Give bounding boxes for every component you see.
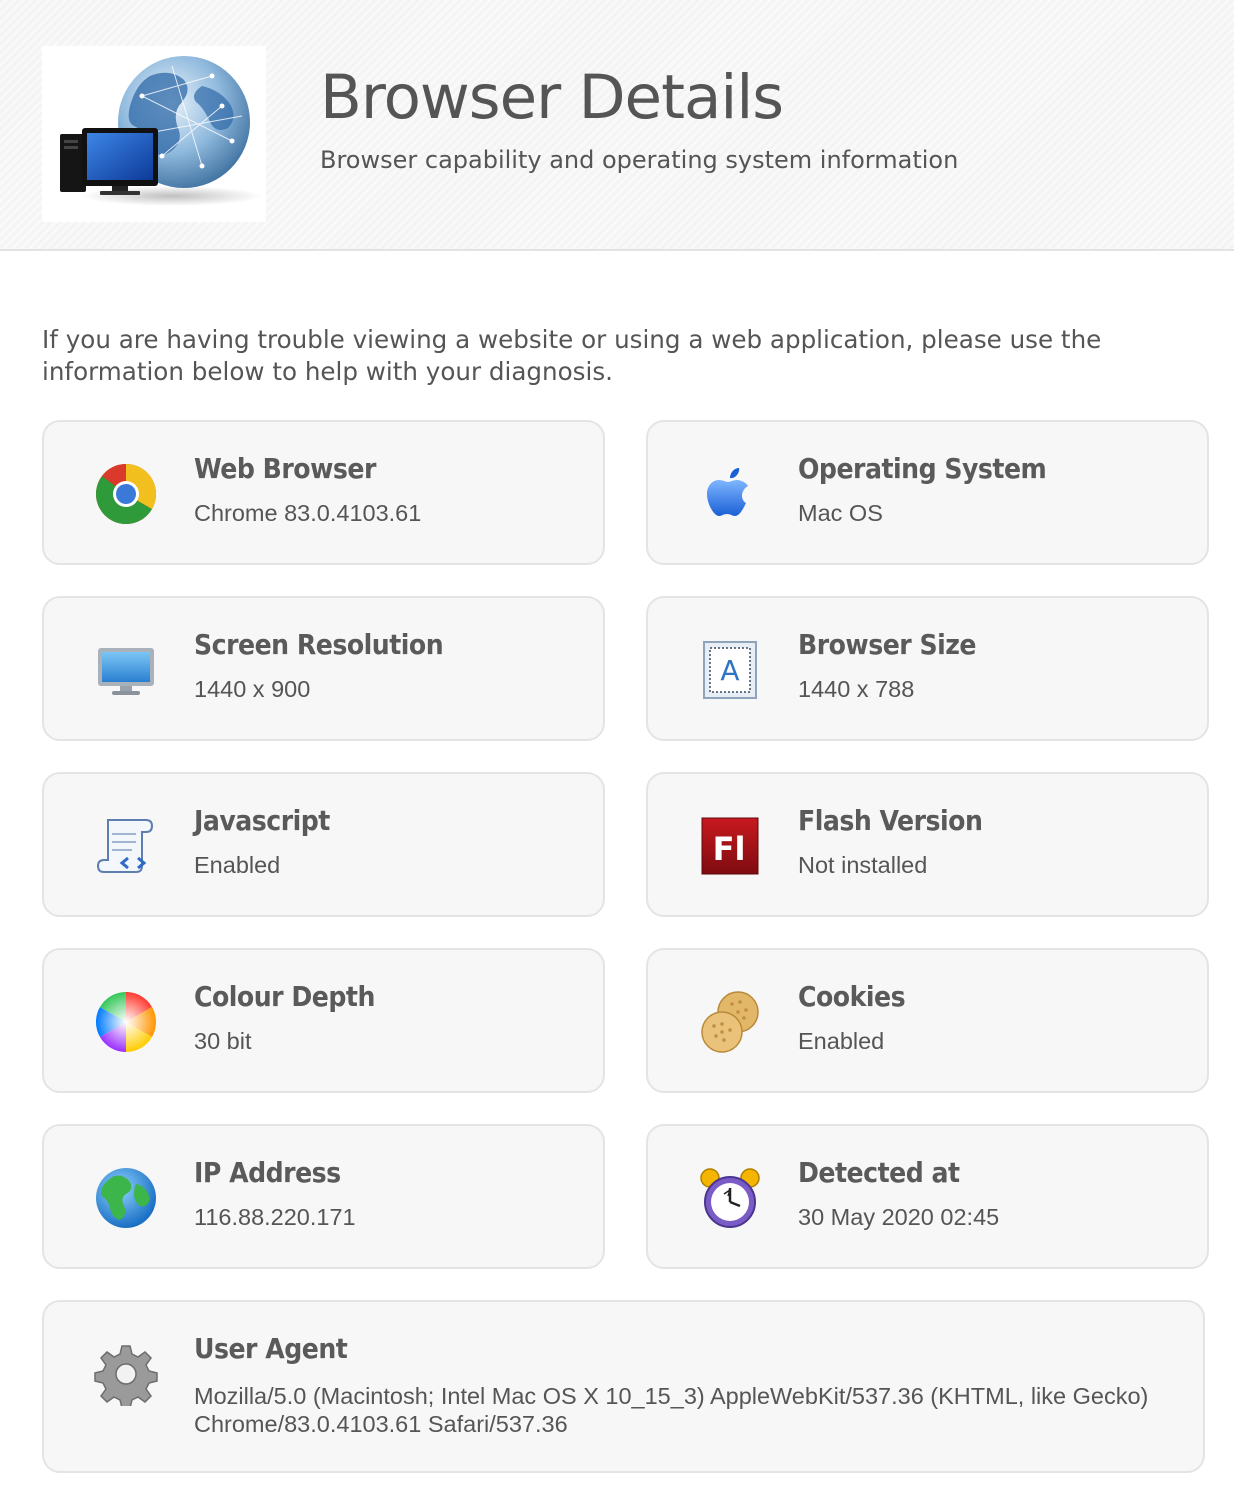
card-flash-version: Fl Flash Version Not installed — [646, 772, 1209, 917]
svg-text:Fl: Fl — [713, 830, 746, 868]
card-value: 1440 x 900 — [194, 676, 311, 702]
card-label: Operating System — [798, 452, 1047, 485]
card-value: 116.88.220.171 — [194, 1204, 356, 1230]
card-label: Javascript — [194, 804, 330, 837]
card-value: Mac OS — [798, 500, 883, 526]
card-cookies: Cookies Enabled — [646, 948, 1209, 1093]
card-value: 1440 x 788 — [798, 676, 915, 702]
colour-wheel-icon — [94, 990, 158, 1054]
gear-icon — [94, 1342, 158, 1406]
card-value: Chrome 83.0.4103.61 — [194, 500, 422, 526]
card-value: Enabled — [194, 852, 281, 878]
cookies-icon — [698, 990, 762, 1054]
flash-icon: Fl — [698, 814, 762, 878]
card-screen-resolution: Screen Resolution 1440 x 900 — [42, 596, 605, 741]
card-label: User Agent — [194, 1332, 348, 1365]
intro-text: If you are having trouble viewing a webs… — [42, 325, 1102, 386]
card-label: Browser Size — [798, 628, 977, 661]
script-icon — [94, 814, 158, 878]
card-label: Detected at — [798, 1156, 960, 1189]
page-title: Browser Details — [320, 62, 784, 133]
chrome-icon — [94, 462, 158, 526]
card-detected-at: Detected at 30 May 2020 02:45 — [646, 1124, 1209, 1269]
monitor-icon — [94, 638, 158, 702]
card-web-browser: Web Browser Chrome 83.0.4103.61 — [42, 420, 605, 565]
card-label: Web Browser — [194, 452, 376, 485]
page-header: Browser Details Browser capability and o… — [0, 0, 1234, 251]
card-value: 30 May 2020 02:45 — [798, 1204, 1000, 1230]
card-user-agent: User Agent Mozilla/5.0 (Macintosh; Intel… — [42, 1300, 1205, 1473]
alarm-clock-icon — [698, 1166, 762, 1230]
browser-size-icon: A — [698, 638, 762, 702]
card-operating-system: Operating System Mac OS — [646, 420, 1209, 565]
card-ip-address: IP Address 116.88.220.171 — [42, 1124, 605, 1269]
card-value: Mozilla/5.0 (Macintosh; Intel Mac OS X 1… — [194, 1383, 1149, 1437]
apple-icon — [698, 462, 762, 526]
card-browser-size: A Browser Size 1440 x 788 — [646, 596, 1209, 741]
globe-computer-icon — [42, 46, 266, 222]
svg-text:A: A — [720, 654, 739, 687]
globe-icon — [94, 1166, 158, 1230]
card-value: Not installed — [798, 852, 928, 878]
card-value: 30 bit — [194, 1028, 252, 1054]
card-label: Flash Version — [798, 804, 983, 837]
card-colour-depth: Colour Depth 30 bit — [42, 948, 605, 1093]
card-label: Colour Depth — [194, 980, 375, 1013]
card-label: Cookies — [798, 980, 906, 1013]
card-javascript: Javascript Enabled — [42, 772, 605, 917]
card-label: Screen Resolution — [194, 628, 444, 661]
card-value: Enabled — [798, 1028, 885, 1054]
card-label: IP Address — [194, 1156, 341, 1189]
page-subtitle: Browser capability and operating system … — [320, 146, 959, 174]
